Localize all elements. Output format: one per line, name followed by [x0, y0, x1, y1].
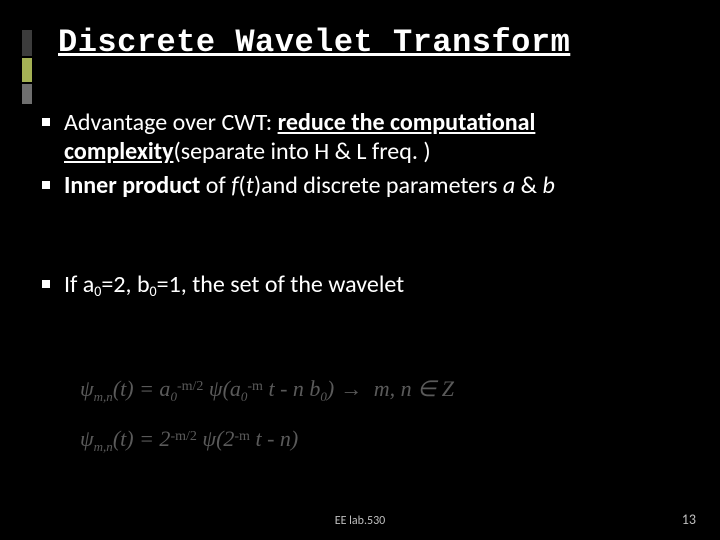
- b1-pre: Advantage over CWT:: [64, 108, 278, 137]
- bullet-2: Inner product of f(t)and discrete parame…: [38, 171, 690, 200]
- eq1-exp2: -m: [247, 379, 263, 394]
- eq1-psi: ψ: [80, 376, 94, 401]
- accent-bar: [22, 30, 32, 104]
- eq2-psi2: ψ: [197, 426, 216, 451]
- footer-label: EE lab.530: [0, 514, 720, 528]
- eq2-psi: ψ: [80, 426, 94, 451]
- equation-area: ψm,n(t) = a0-m/2 ψ(a0-m t - n b0)→ m, n …: [80, 374, 454, 456]
- eq1-rest: t - n b: [263, 376, 320, 401]
- eq2-exp: -m/2: [170, 429, 196, 444]
- b2-a: a: [503, 171, 515, 200]
- eq1-eq: = a: [134, 376, 171, 401]
- eq2-t: (t): [113, 426, 134, 451]
- equation-line-2: ψm,n(t) = 2-m/2 ψ(2-m t - n): [80, 424, 454, 456]
- eq2-eq: = 2: [134, 426, 171, 451]
- b3-eq1: =1, the set of the wavelet: [157, 270, 405, 299]
- b2-f: f: [231, 171, 238, 200]
- accent-seg-dark: [22, 30, 32, 56]
- b2-t: t: [246, 171, 254, 200]
- bullet-list: Advantage over CWT: reduce the computati…: [38, 108, 690, 300]
- b3-pre: If a: [64, 270, 94, 299]
- eq1-sub: m,n: [94, 389, 113, 404]
- b2-strong: Inner product: [64, 171, 200, 200]
- b2-b: b: [542, 171, 554, 200]
- eq1-psi2: ψ: [203, 376, 222, 401]
- b1-post: (separate into H & L freq. ): [173, 137, 430, 166]
- equation-line-1: ψm,n(t) = a0-m/2 ψ(a0-m t - n b0)→ m, n …: [80, 374, 454, 406]
- eq2-sub: m,n: [94, 439, 113, 454]
- accent-seg-olive: [22, 58, 32, 82]
- eq1-tail: m, n ∈ Z: [368, 376, 454, 401]
- eq2-rest: t - n): [250, 426, 298, 451]
- bullet-3: If a0=2, b0=1, the set of the wavelet: [38, 270, 690, 300]
- content-area: Advantage over CWT: reduce the computati…: [38, 108, 690, 304]
- b3-sub0b: 0: [150, 283, 157, 300]
- page-number: 13: [682, 511, 696, 528]
- title-area: Discrete Wavelet Transform: [58, 24, 680, 61]
- bullet-1: Advantage over CWT: reduce the computati…: [38, 108, 690, 167]
- eq1-arrow-icon: →: [334, 376, 368, 401]
- b2-mid: of: [200, 171, 231, 200]
- b3-eq2: =2, b: [101, 270, 149, 299]
- slide: Discrete Wavelet Transform Advantage ove…: [0, 0, 720, 540]
- b2-paren-open: (: [239, 171, 246, 200]
- b2-mid2: and discrete parameters: [261, 171, 503, 200]
- slide-title: Discrete Wavelet Transform: [58, 24, 680, 61]
- eq2-exp2: -m: [234, 429, 250, 444]
- eq1-t: (t): [113, 376, 134, 401]
- accent-seg-gray: [22, 84, 32, 104]
- eq1-exp: -m/2: [177, 379, 203, 394]
- eq2-arg: (2: [216, 426, 234, 451]
- b2-amp: &: [515, 171, 542, 200]
- eq1-argopen: (a: [223, 376, 241, 401]
